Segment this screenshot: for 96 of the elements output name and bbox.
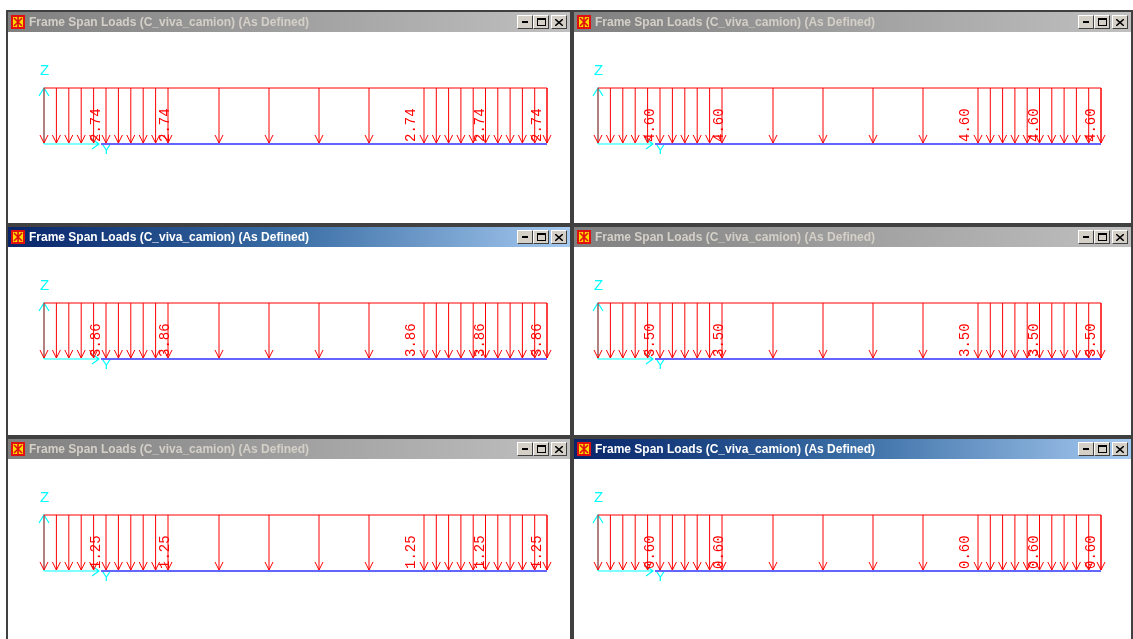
minimize-button[interactable] bbox=[1078, 230, 1094, 244]
load-value-label: 3.50 bbox=[1026, 323, 1042, 357]
axis-drawing bbox=[592, 301, 655, 365]
load-value-label: 2.74 bbox=[472, 108, 488, 142]
load-value-label: 3.50 bbox=[1083, 323, 1099, 357]
minimize-button[interactable] bbox=[1078, 442, 1094, 456]
load-value-label: 3.50 bbox=[957, 323, 973, 357]
minimize-button[interactable] bbox=[517, 442, 533, 456]
minimize-button[interactable] bbox=[1078, 15, 1094, 29]
load-value-label: 4.60 bbox=[1026, 108, 1042, 142]
close-button[interactable] bbox=[1112, 442, 1128, 456]
minimize-button[interactable] bbox=[517, 230, 533, 244]
load-value-label: 2.74 bbox=[157, 108, 173, 142]
app-icon bbox=[577, 230, 591, 244]
close-icon bbox=[1116, 18, 1124, 26]
load-value-label: 2.74 bbox=[88, 108, 104, 142]
window-title: Frame Span Loads (C_viva_camion) (As Defined) bbox=[29, 14, 311, 31]
close-button[interactable] bbox=[551, 15, 567, 29]
app-icon bbox=[11, 15, 25, 29]
close-icon bbox=[555, 18, 563, 26]
close-button[interactable] bbox=[1112, 230, 1128, 244]
maximize-icon bbox=[1097, 445, 1107, 453]
maximize-icon bbox=[1097, 233, 1107, 241]
maximize-icon bbox=[536, 18, 546, 26]
maximize-button[interactable] bbox=[533, 15, 549, 29]
maximize-button[interactable] bbox=[1094, 230, 1110, 244]
z-axis-label: Z bbox=[40, 61, 50, 78]
load-value-label: 3.86 bbox=[529, 323, 545, 357]
window-title: Frame Span Loads (C_viva_camion) (As Defined) bbox=[29, 441, 311, 458]
z-axis-label: Z bbox=[40, 488, 50, 505]
axis-drawing bbox=[38, 513, 101, 577]
load-value-label: 2.74 bbox=[403, 108, 419, 142]
close-button[interactable] bbox=[1112, 15, 1128, 29]
z-axis-label: Z bbox=[40, 276, 50, 293]
minimize-icon bbox=[522, 236, 528, 238]
maximize-button[interactable] bbox=[533, 442, 549, 456]
load-value-label: 3.50 bbox=[711, 323, 727, 357]
load-value-label: 4.60 bbox=[1083, 108, 1099, 142]
z-axis-label: Z bbox=[594, 61, 604, 78]
load-value-label: 0.60 bbox=[711, 535, 727, 569]
load-value-label: 0.60 bbox=[642, 535, 658, 569]
y-axis-label: Y bbox=[102, 142, 111, 157]
close-icon bbox=[555, 445, 563, 453]
app-icon bbox=[11, 442, 25, 456]
y-axis-label: Y bbox=[102, 569, 111, 584]
axis-drawing bbox=[38, 301, 101, 365]
close-icon bbox=[555, 233, 563, 241]
close-icon bbox=[1116, 445, 1124, 453]
load-value-label: 3.50 bbox=[642, 323, 658, 357]
load-value-label: 4.60 bbox=[642, 108, 658, 142]
window-title: Frame Span Loads (C_viva_camion) (As Defined) bbox=[29, 229, 311, 246]
maximize-icon bbox=[1097, 18, 1107, 26]
axis-drawing bbox=[592, 86, 655, 150]
maximize-button[interactable] bbox=[1094, 15, 1110, 29]
minimize-button[interactable] bbox=[517, 15, 533, 29]
maximize-button[interactable] bbox=[1094, 442, 1110, 456]
maximize-icon bbox=[536, 233, 546, 241]
load-value-label: 1.25 bbox=[529, 535, 545, 569]
window-title: Frame Span Loads (C_viva_camion) (As Defined) bbox=[595, 229, 877, 246]
load-value-label: 4.60 bbox=[711, 108, 727, 142]
load-value-label: 0.60 bbox=[957, 535, 973, 569]
load-value-label: 0.60 bbox=[1026, 535, 1042, 569]
window-title: Frame Span Loads (C_viva_camion) (As Defined) bbox=[595, 14, 877, 31]
minimize-icon bbox=[1083, 236, 1089, 238]
close-button[interactable] bbox=[551, 442, 567, 456]
y-axis-label: Y bbox=[656, 142, 665, 157]
load-value-label: 0.60 bbox=[1083, 535, 1099, 569]
maximize-button[interactable] bbox=[533, 230, 549, 244]
minimize-icon bbox=[1083, 21, 1089, 23]
minimize-icon bbox=[522, 21, 528, 23]
load-value-label: 2.74 bbox=[529, 108, 545, 142]
load-value-label: 4.60 bbox=[957, 108, 973, 142]
y-axis-label: Y bbox=[656, 569, 665, 584]
load-value-label: 3.86 bbox=[403, 323, 419, 357]
y-axis-label: Y bbox=[102, 357, 111, 372]
minimize-icon bbox=[522, 448, 528, 450]
load-value-label: 1.25 bbox=[403, 535, 419, 569]
load-value-label: 1.25 bbox=[88, 535, 104, 569]
app-icon bbox=[11, 230, 25, 244]
load-value-label: 3.86 bbox=[157, 323, 173, 357]
axis-drawing bbox=[38, 86, 101, 150]
app-icon bbox=[577, 442, 591, 456]
window-title: Frame Span Loads (C_viva_camion) (As Defined) bbox=[595, 441, 877, 458]
close-icon bbox=[1116, 233, 1124, 241]
y-axis-label: Y bbox=[656, 357, 665, 372]
minimize-icon bbox=[1083, 448, 1089, 450]
axis-drawing bbox=[592, 513, 655, 577]
app-icon bbox=[577, 15, 591, 29]
load-value-label: 3.86 bbox=[88, 323, 104, 357]
maximize-icon bbox=[536, 445, 546, 453]
close-button[interactable] bbox=[551, 230, 567, 244]
load-value-label: 3.86 bbox=[472, 323, 488, 357]
z-axis-label: Z bbox=[594, 488, 604, 505]
load-value-label: 1.25 bbox=[472, 535, 488, 569]
z-axis-label: Z bbox=[594, 276, 604, 293]
load-value-label: 1.25 bbox=[157, 535, 173, 569]
